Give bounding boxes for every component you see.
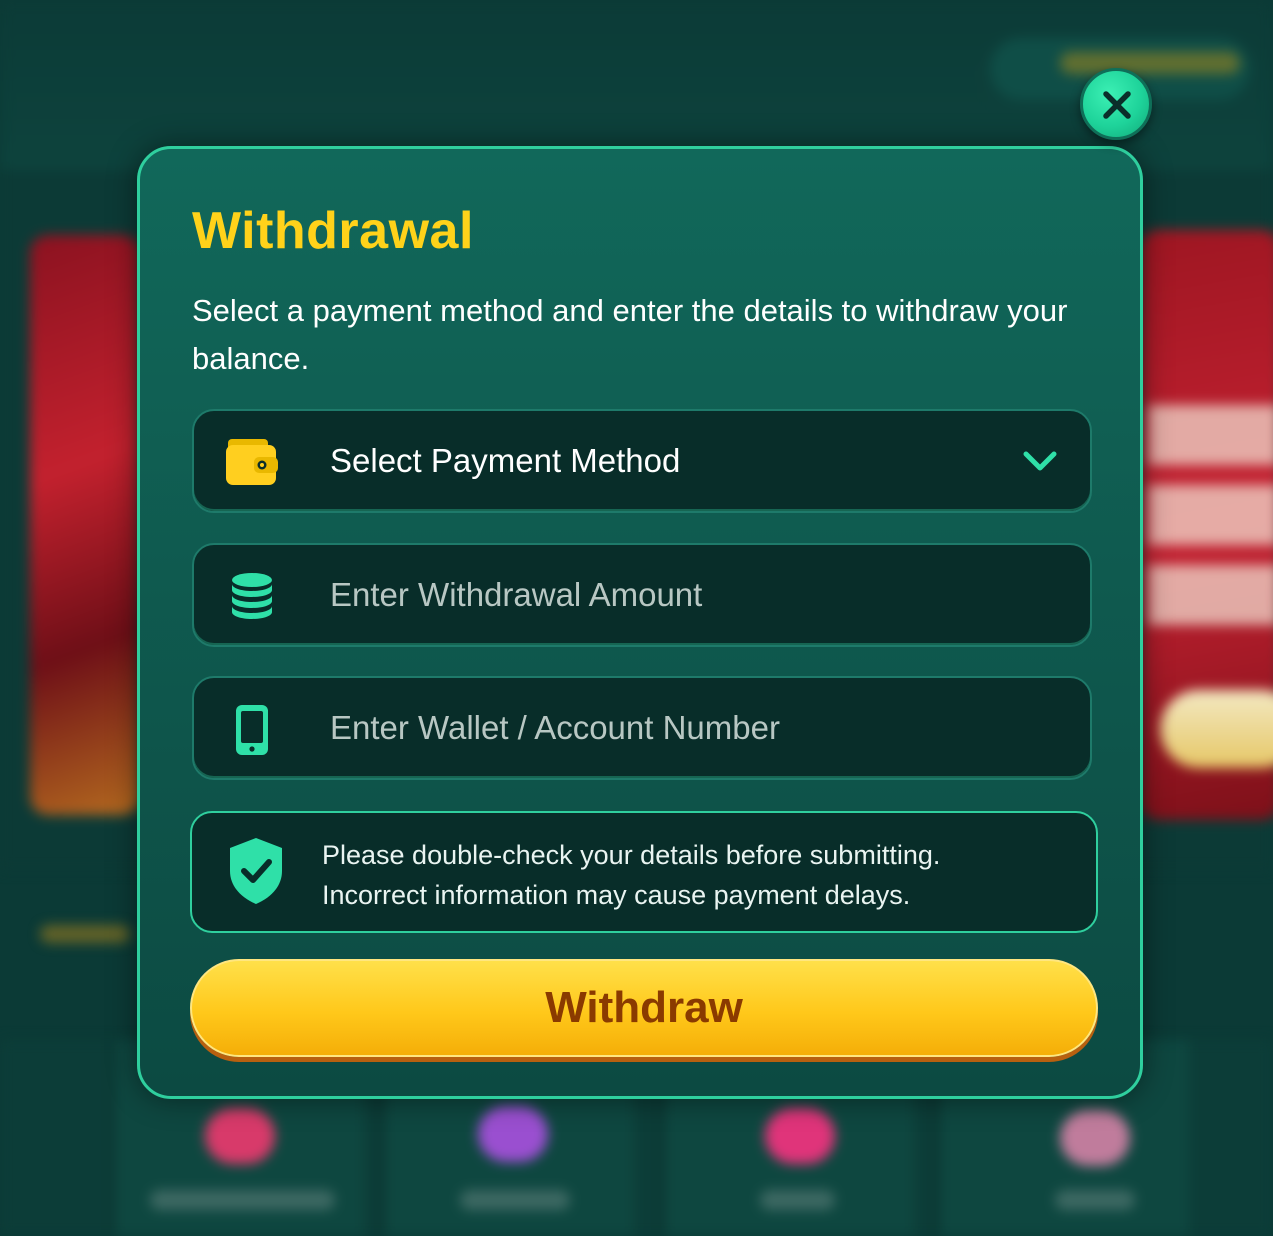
- background-nav-label: [1055, 1190, 1135, 1210]
- payment-method-select[interactable]: Select Payment Method: [192, 409, 1092, 513]
- background-banner-left: [30, 235, 140, 815]
- background-banner-button: [1160, 690, 1273, 768]
- background-nav-icon: [1060, 1110, 1130, 1166]
- background-banner-text: [1148, 405, 1273, 645]
- withdrawal-modal: Withdrawal Select a payment method and e…: [137, 146, 1143, 1099]
- shield-check-icon: [230, 838, 282, 904]
- background-nav-label: [150, 1190, 335, 1210]
- withdrawal-amount-field[interactable]: Enter Withdrawal Amount: [192, 543, 1092, 647]
- background-balance-text: [1060, 52, 1240, 74]
- background-nav-icon: [765, 1108, 835, 1164]
- background-nav-label: [760, 1190, 835, 1210]
- notice-line-1: Please double-check your details before …: [322, 840, 941, 870]
- chevron-down-icon[interactable]: [1020, 443, 1060, 479]
- background-nav-label: [460, 1190, 570, 1210]
- account-number-placeholder: Enter Wallet / Account Number: [330, 709, 780, 746]
- notice-text: Please double-check your details before …: [322, 835, 1082, 915]
- payment-method-label: Select Payment Method: [330, 442, 681, 479]
- coins-icon: [232, 573, 272, 619]
- background-nav-icon: [205, 1108, 275, 1164]
- screen: Withdrawal Select a payment method and e…: [0, 0, 1273, 1236]
- wallet-icon: [226, 439, 278, 485]
- withdrawal-amount-placeholder: Enter Withdrawal Amount: [330, 576, 703, 613]
- withdraw-button[interactable]: Withdraw: [190, 959, 1098, 1057]
- modal-title: Withdrawal: [192, 202, 474, 260]
- close-button[interactable]: [1080, 68, 1152, 140]
- account-number-field[interactable]: Enter Wallet / Account Number: [192, 676, 1092, 780]
- background-section-heading: [40, 925, 130, 943]
- notice-line-2: Incorrect information may cause payment …: [322, 880, 911, 910]
- phone-icon: [236, 705, 268, 755]
- background-nav-icon: [478, 1106, 548, 1162]
- close-icon: [1103, 91, 1131, 119]
- modal-description: Select a payment method and enter the de…: [192, 293, 1068, 376]
- verification-notice: Please double-check your details before …: [190, 811, 1098, 933]
